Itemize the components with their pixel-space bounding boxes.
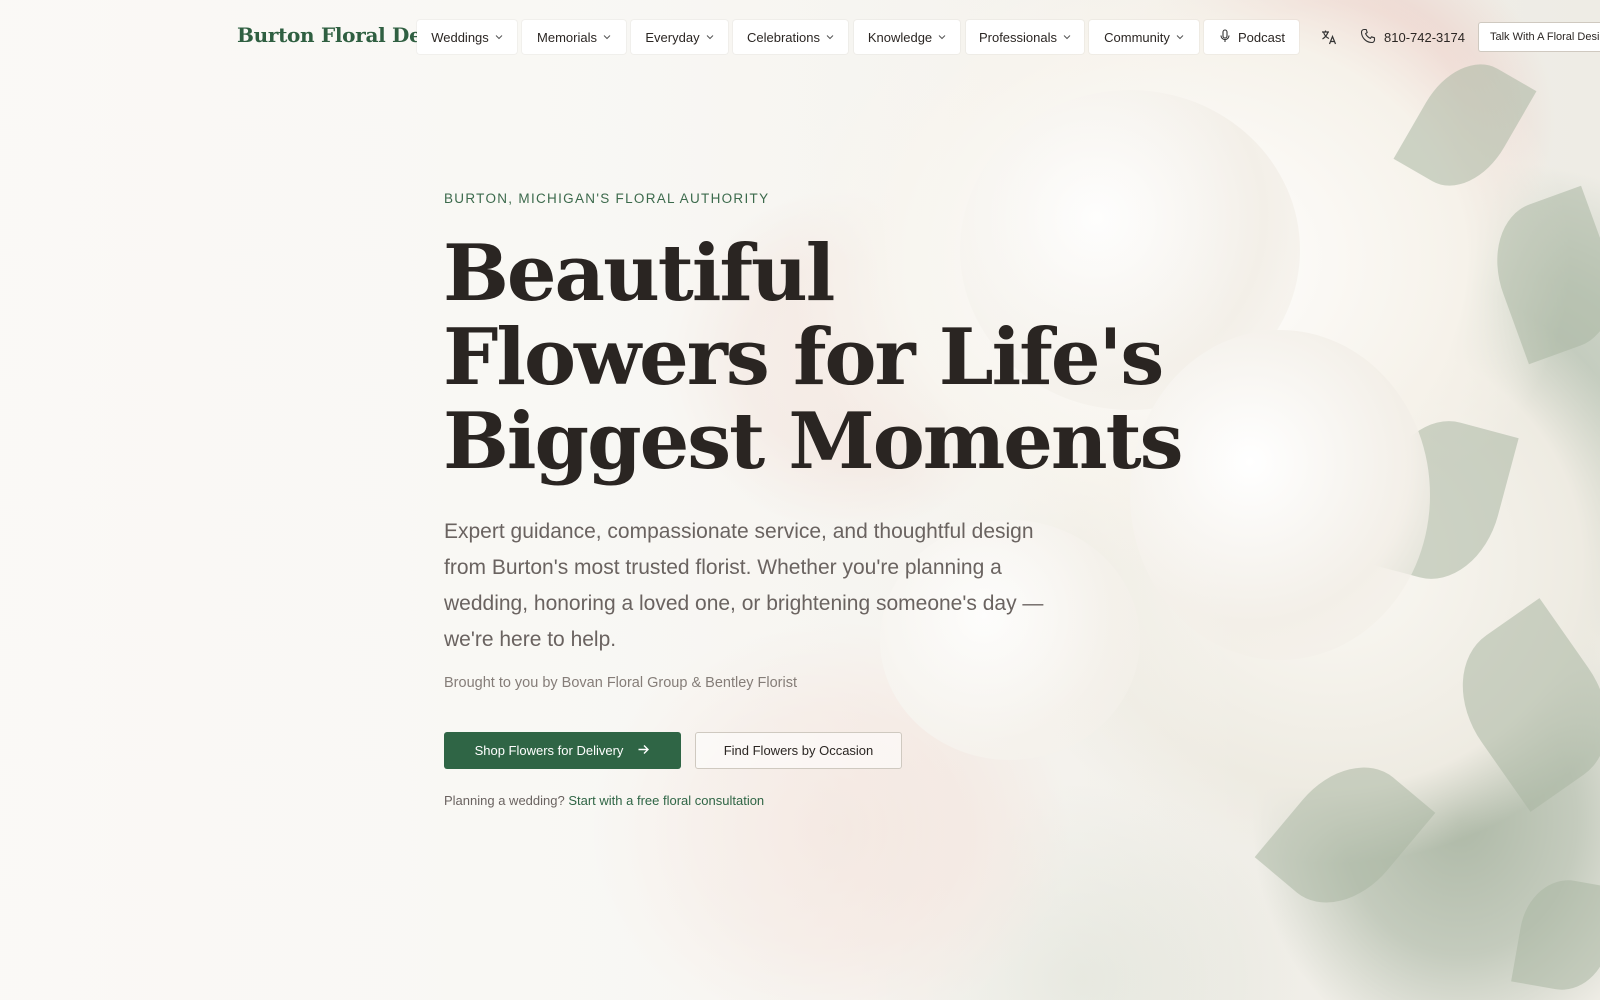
chevron-down-icon bbox=[603, 33, 611, 41]
hero-background-floral-image bbox=[0, 0, 1600, 1000]
nav-item-knowledge[interactable]: Knowledge bbox=[854, 20, 960, 54]
translate-icon[interactable] bbox=[1319, 27, 1339, 47]
nav-item-label: Podcast bbox=[1238, 29, 1285, 45]
arrow-right-icon bbox=[637, 743, 650, 759]
wedding-consultation-note: Planning a wedding? Start with a free fl… bbox=[444, 793, 764, 808]
nav-item-celebrations[interactable]: Celebrations bbox=[733, 20, 848, 54]
shop-flowers-button-label: Shop Flowers for Delivery bbox=[474, 743, 624, 758]
hero-headline: Beautiful Flowers for Life's Biggest Mom… bbox=[443, 232, 1203, 484]
find-by-occasion-button[interactable]: Find Flowers by Occasion bbox=[695, 732, 902, 769]
phone-number: 810-742-3174 bbox=[1384, 29, 1465, 45]
nav-item-label: Community bbox=[1104, 29, 1170, 45]
chevron-down-icon bbox=[1176, 33, 1184, 41]
nav-item-label: Celebrations bbox=[747, 29, 820, 45]
chevron-down-icon bbox=[1063, 33, 1071, 41]
nav-item-podcast[interactable]: Podcast bbox=[1204, 20, 1299, 54]
chevron-down-icon bbox=[938, 33, 946, 41]
hero-description: Expert guidance, compassionate service, … bbox=[444, 520, 1044, 651]
nav-item-label: Memorials bbox=[537, 29, 597, 45]
microphone-icon bbox=[1218, 28, 1232, 46]
hero-headline-line: Biggest Moments bbox=[443, 396, 1184, 487]
hero-eyebrow: Burton, Michigan's Floral Authority bbox=[444, 191, 770, 206]
nav-item-everyday[interactable]: Everyday bbox=[631, 20, 728, 54]
chevron-down-icon bbox=[826, 33, 834, 41]
chevron-down-icon bbox=[706, 33, 714, 41]
nav-item-label: Everyday bbox=[645, 29, 700, 45]
planning-prefix: Planning a wedding? bbox=[444, 793, 565, 808]
nav-item-memorials[interactable]: Memorials bbox=[522, 20, 626, 54]
phone-icon bbox=[1360, 28, 1376, 47]
phone-link[interactable]: 810-742-3174 bbox=[1360, 20, 1465, 54]
nav-item-weddings[interactable]: Weddings bbox=[417, 20, 517, 54]
nav-item-label: Weddings bbox=[431, 29, 489, 45]
consultation-link[interactable]: Start with a free floral consultation bbox=[568, 793, 764, 808]
hero-headline-line: Flowers for Life's bbox=[443, 312, 1164, 403]
nav-item-label: Professionals bbox=[978, 29, 1058, 45]
nav-item-label: Knowledge bbox=[867, 29, 933, 45]
shop-flowers-button[interactable]: Shop Flowers for Delivery bbox=[444, 732, 681, 769]
background-fade-overlay bbox=[0, 0, 1600, 1000]
nav-item-community[interactable]: Community bbox=[1089, 20, 1199, 54]
site-header: Burton Floral Design Weddings Memorials … bbox=[0, 20, 1600, 54]
nav-item-professionals[interactable]: Professionals bbox=[966, 20, 1084, 54]
hero-attribution: Brought to you by Bovan Floral Group & B… bbox=[444, 675, 798, 691]
talk-with-designer-button[interactable]: Talk With A Floral Desi bbox=[1478, 22, 1600, 52]
chevron-down-icon bbox=[495, 33, 503, 41]
hero-headline-line: Beautiful bbox=[443, 228, 835, 319]
